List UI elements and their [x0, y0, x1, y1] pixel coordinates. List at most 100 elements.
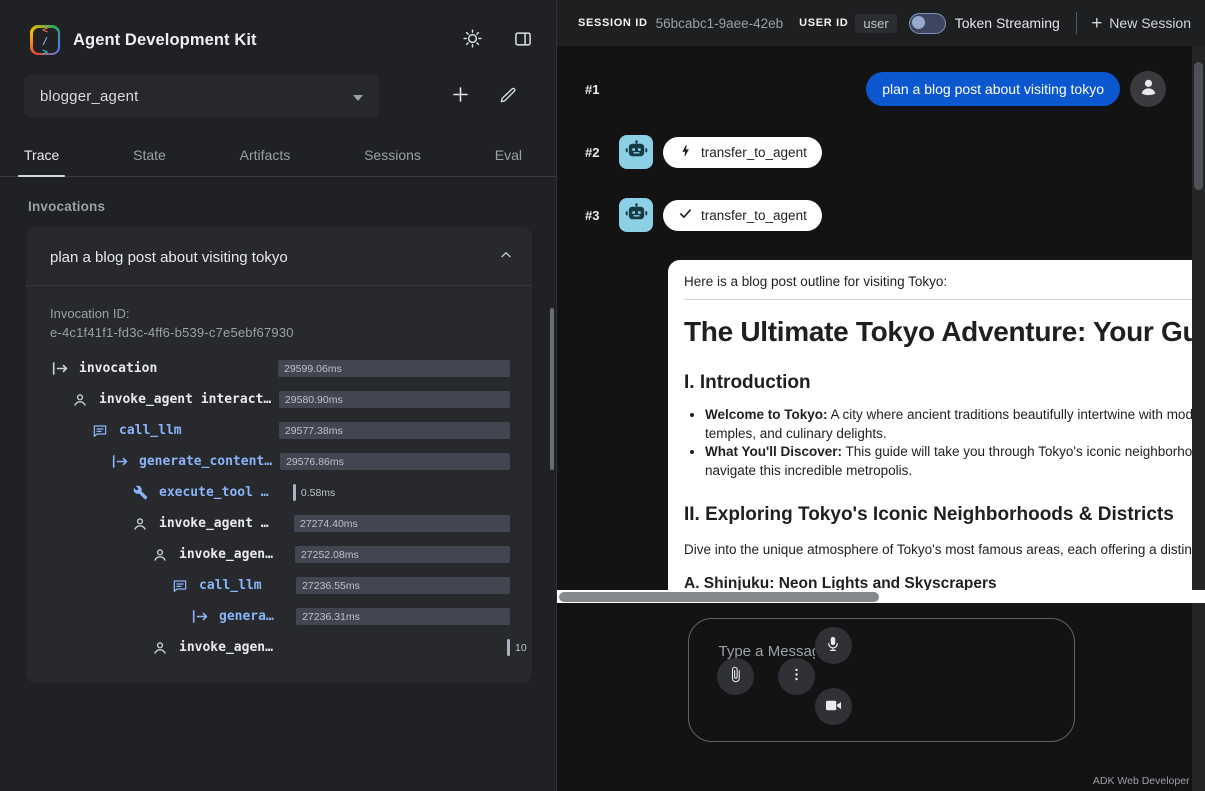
bolt-icon	[678, 143, 693, 161]
response-document: Here is a blog post outline for visiting…	[668, 260, 1205, 603]
trace-panel-body: Invocations plan a blog post about visit…	[0, 177, 556, 683]
trace-span-label: execute_tool …	[159, 485, 269, 500]
trace-row[interactable]: call_llm 27236.55ms	[50, 570, 510, 601]
collapse-panel-button[interactable]	[508, 25, 538, 55]
invocation-title: plan a blog post about visiting tokyo	[50, 249, 288, 266]
invocation-id-label: Invocation ID:	[50, 306, 508, 321]
invocation-card-header[interactable]: plan a blog post about visiting tokyo	[26, 227, 532, 286]
videocam-icon	[824, 696, 843, 718]
trace-duration-label: 0.58ms	[301, 487, 335, 499]
check-icon	[678, 206, 693, 224]
function-call-chip[interactable]: transfer_to_agent	[663, 200, 822, 231]
trace-row[interactable]: invoke_agen… 27252.08ms	[50, 539, 510, 570]
app-title: Agent Development Kit	[73, 31, 444, 50]
token-streaming-toggle[interactable]	[909, 13, 946, 34]
tab-trace[interactable]: Trace	[24, 133, 59, 176]
flow-arrow-icon	[190, 609, 210, 624]
trace-duration-label: 27236.55ms	[302, 580, 360, 592]
new-session-button[interactable]: + New Session	[1091, 14, 1191, 33]
agent-select[interactable]: blogger_agent	[24, 75, 379, 117]
trace-span-label: invoke_agen…	[179, 640, 273, 655]
trace-row[interactable]: generate_content… 29576.86ms	[50, 446, 510, 477]
function-call-label: transfer_to_agent	[701, 145, 807, 160]
tab-state[interactable]: State	[133, 133, 166, 176]
doc-title: The Ultimate Tokyo Adventure: Your Guide…	[684, 316, 1205, 348]
function-call-label: transfer_to_agent	[701, 208, 807, 223]
attach-file-button[interactable]	[717, 658, 754, 695]
left-scrollbar-thumb[interactable]	[550, 308, 554, 470]
chat-icon	[90, 423, 110, 439]
chevron-up-icon[interactable]	[498, 247, 514, 268]
agent-icon	[150, 547, 170, 563]
wrench-icon	[130, 485, 150, 500]
horizontal-scrollbar-thumb[interactable]	[559, 592, 879, 602]
trace-row[interactable]: invoke_agen…10	[50, 632, 510, 663]
footer-label: ADK Web Developer UI	[1093, 775, 1203, 787]
chat-turn: #1plan a blog post about visiting tokyo	[557, 71, 1205, 107]
trace-row[interactable]: genera…27236.31ms	[50, 601, 510, 632]
chat-turn: #3 transfer_to_agent	[557, 197, 1205, 233]
trace-duration-bar	[293, 484, 296, 501]
agent-icon	[70, 392, 90, 408]
sun-icon	[462, 28, 483, 52]
side-panel-icon	[513, 29, 533, 52]
trace-duration-label: 29580.90ms	[285, 394, 343, 406]
invocation-id-value: e-4c1f41f1-fd3c-4ff6-b539-c7e5ebf67930	[50, 325, 508, 340]
pencil-icon	[499, 85, 518, 107]
add-session-button[interactable]	[445, 81, 475, 111]
more-options-button[interactable]	[778, 658, 815, 695]
edit-agent-button[interactable]	[493, 81, 523, 111]
chat-icon	[170, 578, 190, 594]
adk-logo-icon: </>	[30, 25, 60, 55]
robot-icon	[625, 201, 648, 229]
tab-eval[interactable]: Eval	[495, 133, 522, 176]
doc-heading-neighborhoods: II. Exploring Tokyo's Iconic Neighborhoo…	[684, 504, 1205, 526]
agent-selector-row: blogger_agent	[0, 67, 556, 133]
function-call-chip[interactable]: transfer_to_agent	[663, 137, 822, 168]
composer-actions	[717, 627, 1012, 725]
turn-index: #3	[585, 208, 611, 223]
trace-row[interactable]: call_llm29577.38ms	[50, 415, 510, 446]
paperclip-icon	[727, 666, 744, 686]
agent-select-value: blogger_agent	[40, 88, 139, 105]
microphone-button[interactable]	[815, 627, 852, 664]
user-message-bubble[interactable]: plan a blog post about visiting tokyo	[866, 72, 1120, 106]
tab-sessions[interactable]: Sessions	[364, 133, 421, 176]
session-bar: SESSION ID 56bcabc1-9aee-42eb USER ID us…	[557, 0, 1205, 46]
divider	[1076, 12, 1077, 34]
user-id-value: user	[855, 14, 896, 33]
invocations-section-label: Invocations	[0, 199, 556, 214]
trace-row[interactable]: invoke_agent … 27274.40ms	[50, 508, 510, 539]
message-input[interactable]: Type a Message...	[688, 618, 1075, 742]
trace-row[interactable]: execute_tool … 0.58ms	[50, 477, 510, 508]
trace-row[interactable]: invocation29599.06ms	[50, 353, 510, 384]
horizontal-scrollbar[interactable]	[557, 590, 1205, 603]
new-session-label: New Session	[1109, 15, 1191, 31]
session-id-value: 56bcabc1-9aee-42eb	[656, 16, 784, 31]
video-button[interactable]	[815, 688, 852, 725]
tab-bar: Trace State Artifacts Sessions Eval	[0, 133, 556, 177]
mic-icon	[824, 635, 842, 656]
doc-intro: Here is a blog post outline for visiting…	[684, 274, 1205, 289]
user-id-label: USER ID	[799, 17, 848, 29]
agent-avatar	[619, 135, 653, 169]
doc-heading-introduction: I. Introduction	[684, 372, 1205, 394]
trace-span-label: generate_content…	[139, 454, 272, 469]
vertical-scrollbar[interactable]	[1192, 46, 1205, 791]
trace-span-label: invoke_agen…	[179, 547, 273, 562]
trace-span-label: invoke_agent …	[159, 516, 269, 531]
tab-artifacts[interactable]: Artifacts	[240, 133, 291, 176]
trace-duration-label: 27252.08ms	[301, 549, 359, 561]
trace-row[interactable]: invoke_agent interact… 29580.90ms	[50, 384, 510, 415]
trace-span-label: invoke_agent interact…	[99, 392, 271, 407]
vertical-scrollbar-thumb[interactable]	[1194, 62, 1203, 190]
trace-duration-label: 27274.40ms	[300, 518, 358, 530]
theme-toggle-button[interactable]	[457, 25, 487, 55]
token-streaming-label: Token Streaming	[955, 15, 1060, 31]
trace-duration-label: 29577.38ms	[285, 425, 343, 437]
trace-duration-label: 27236.31ms	[302, 611, 360, 623]
chevron-down-icon	[353, 88, 363, 105]
trace-span-label: call_llm	[199, 578, 262, 593]
trace-duration-label: 29576.86ms	[286, 456, 344, 468]
invocation-meta: Invocation ID: e-4c1f41f1-fd3c-4ff6-b539…	[26, 286, 532, 340]
